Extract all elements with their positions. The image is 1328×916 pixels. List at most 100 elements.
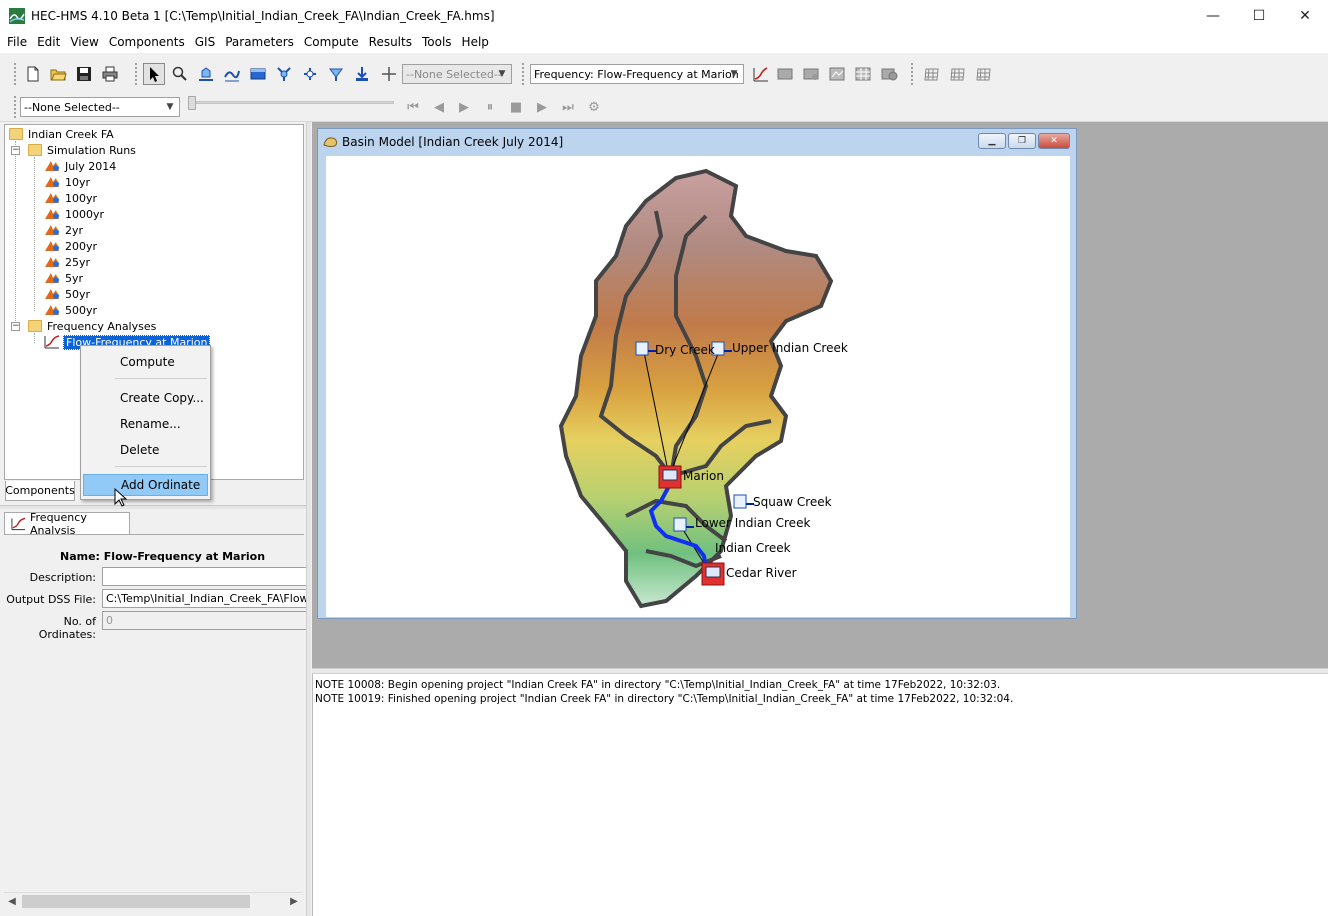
tree-item-run[interactable]: 200yr <box>44 238 99 254</box>
simulation-run-icon <box>45 225 59 235</box>
collapse-icon[interactable]: − <box>11 322 20 331</box>
zoom-tool-icon[interactable] <box>169 63 191 85</box>
tree-item-run[interactable]: 2yr <box>44 222 85 238</box>
subbasin-icon[interactable] <box>673 517 687 532</box>
animation-slider-thumb[interactable] <box>188 96 196 110</box>
diversion-creator-icon[interactable] <box>299 63 321 85</box>
toolbar-grip[interactable] <box>13 95 17 119</box>
time-series-table-icon[interactable] <box>852 63 874 85</box>
tree-item-run[interactable]: 50yr <box>44 286 92 302</box>
time-window-combo[interactable]: --None Selected-- ▼ <box>20 97 180 117</box>
tree-guide-line <box>15 141 16 327</box>
description-field[interactable] <box>102 567 308 586</box>
subbasin-icon[interactable] <box>733 494 747 509</box>
menu-parameters[interactable]: Parameters <box>220 31 299 53</box>
tree-item-frequency-analyses[interactable]: Frequency Analyses <box>28 318 158 334</box>
context-menu-create-copy[interactable]: Create Copy... <box>83 387 208 409</box>
sink-creator-icon[interactable] <box>351 63 373 85</box>
collapse-icon[interactable]: − <box>11 146 20 155</box>
rewind-icon[interactable]: ⏮ <box>404 98 422 116</box>
menu-edit[interactable]: Edit <box>32 31 65 53</box>
new-project-icon[interactable] <box>22 63 44 85</box>
step-back-icon[interactable]: ◀ <box>430 98 448 116</box>
tab-components[interactable]: Components <box>5 481 75 501</box>
menu-help[interactable]: Help <box>457 31 494 53</box>
basin-window-title: Basin Model [Indian Creek July 2014] <box>342 135 564 149</box>
close-button[interactable]: ✕ <box>1282 0 1328 31</box>
toolbar-grip[interactable] <box>134 62 138 86</box>
basin-map-canvas[interactable]: Dry Creek Upper Indian Creek Marion Squa… <box>326 156 1070 617</box>
menu-file[interactable]: File <box>2 31 32 53</box>
gear-icon[interactable]: ⚙ <box>585 98 603 116</box>
results-graph-icon[interactable] <box>800 63 822 85</box>
restore-icon[interactable]: ❐ <box>1008 133 1036 149</box>
toolbar-grip[interactable] <box>13 62 17 86</box>
output-dss-field[interactable]: C:\Temp\Initial_Indian_Creek_FA\Flow_Fr <box>102 589 308 608</box>
menu-view[interactable]: View <box>65 31 103 53</box>
element-selector-combo[interactable]: --None Selected-- ▼ <box>402 64 512 84</box>
fast-forward-icon[interactable]: ⏭ <box>559 98 577 116</box>
crosshair-tool-icon[interactable] <box>378 63 400 85</box>
tree-item-run[interactable]: 5yr <box>44 270 85 286</box>
gis-grid-icon[interactable] <box>921 63 943 85</box>
log-line: NOTE 10008: Begin opening project "India… <box>315 679 1001 691</box>
context-menu-compute[interactable]: Compute <box>83 351 208 373</box>
subbasin-icon[interactable] <box>635 341 649 356</box>
scrollbar-thumb[interactable] <box>22 895 250 908</box>
context-menu-rename[interactable]: Rename... <box>83 413 208 435</box>
menu-results[interactable]: Results <box>364 31 417 53</box>
gis-grid-icon[interactable] <box>973 63 995 85</box>
basin-window-titlebar[interactable]: Basin Model [Indian Creek July 2014] <box>322 132 563 152</box>
scroll-left-icon[interactable]: ◀ <box>4 893 20 910</box>
gis-grid-icon[interactable] <box>947 63 969 85</box>
tab-frequency-analysis[interactable]: Frequency Analysis <box>4 511 130 537</box>
tree-item-run[interactable]: 10yr <box>44 174 92 190</box>
save-icon[interactable] <box>73 63 95 85</box>
pause-icon[interactable]: ⏸ <box>481 98 499 116</box>
map-label-marion: Marion <box>683 469 724 483</box>
reservoir-creator-icon[interactable] <box>247 63 269 85</box>
toolbar-grip[interactable] <box>910 62 914 86</box>
tree-item-run[interactable]: 500yr <box>44 302 99 318</box>
summary-table-icon[interactable] <box>826 63 848 85</box>
element-selector-value: --None Selected-- <box>406 67 502 81</box>
compute-run-icon[interactable] <box>750 63 772 85</box>
open-folder-icon[interactable] <box>47 63 69 85</box>
tree-item-project[interactable]: Indian Creek FA <box>9 126 116 142</box>
tree-item-run[interactable]: 1000yr <box>44 206 106 222</box>
tree-item-run[interactable]: July 2014 <box>44 158 118 174</box>
menu-tools[interactable]: Tools <box>417 31 457 53</box>
context-menu-add-ordinate[interactable]: Add Ordinate <box>83 474 208 496</box>
run-selector-combo[interactable]: Frequency: Flow-Frequency at Marion ▼ <box>530 64 744 84</box>
simulation-run-icon <box>45 305 59 315</box>
print-icon[interactable] <box>99 63 121 85</box>
subbasin-creator-icon[interactable] <box>195 63 217 85</box>
results-map-icon[interactable] <box>774 63 796 85</box>
minimize-icon[interactable]: ▁ <box>978 133 1006 149</box>
scroll-right-icon[interactable]: ▶ <box>286 893 302 910</box>
animation-slider-track[interactable] <box>190 101 394 104</box>
horizontal-scrollbar[interactable]: ◀ ▶ <box>4 892 302 909</box>
stop-icon[interactable]: ■ <box>507 98 525 116</box>
close-icon[interactable]: ✕ <box>1038 133 1070 149</box>
vertical-splitter[interactable] <box>306 122 311 916</box>
menu-compute[interactable]: Compute <box>299 31 364 53</box>
minimize-button[interactable]: — <box>1190 0 1236 31</box>
reach-creator-icon[interactable] <box>221 63 243 85</box>
context-menu-delete[interactable]: Delete <box>83 439 208 461</box>
play-icon[interactable]: ▶ <box>455 98 473 116</box>
source-creator-icon[interactable] <box>325 63 347 85</box>
step-forward-icon[interactable]: ▶ <box>533 98 551 116</box>
arrow-tool-icon[interactable] <box>143 63 165 85</box>
toolbar-grip[interactable] <box>521 62 525 86</box>
tree-item-simulation-runs[interactable]: Simulation Runs <box>28 142 138 158</box>
menu-components[interactable]: Components <box>104 31 190 53</box>
tree-item-run[interactable]: 100yr <box>44 190 99 206</box>
junction-creator-icon[interactable] <box>273 63 295 85</box>
maximize-button[interactable]: ☐ <box>1236 0 1282 31</box>
tree-item-run[interactable]: 25yr <box>44 254 92 270</box>
panel-splitter[interactable] <box>0 505 309 509</box>
simulation-run-icon <box>45 177 59 187</box>
global-summary-icon[interactable] <box>878 63 900 85</box>
menu-gis[interactable]: GIS <box>190 31 220 53</box>
